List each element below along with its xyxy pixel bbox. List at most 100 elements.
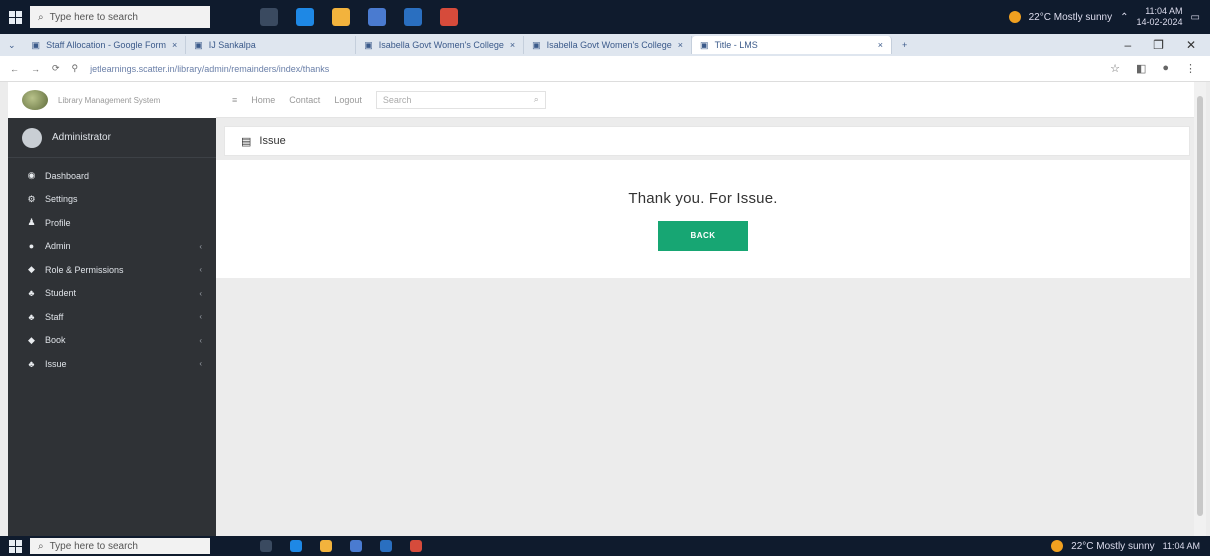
student-icon: ♣ — [28, 288, 35, 299]
page-scrollbar[interactable] — [1194, 82, 1206, 536]
file-explorer-icon[interactable] — [320, 540, 332, 552]
site-info-icon[interactable]: ⚲ — [72, 63, 79, 74]
tab-label: Isabella Govt Women's College — [546, 40, 672, 50]
windows-taskbar-top: ⌕ Type here to search 22°C Mostly sunny … — [0, 0, 1210, 34]
file-explorer-icon[interactable] — [332, 8, 350, 26]
list-icon: ▤ — [241, 135, 252, 148]
chevron-up-icon[interactable]: ⌃ — [1120, 12, 1128, 23]
tab-menu-icon[interactable]: ⌄ — [0, 40, 24, 51]
task-view-icon[interactable] — [260, 540, 272, 552]
nav-search-placeholder: Search — [382, 94, 412, 105]
sidebar-item-settings[interactable]: ⚙ Settings — [8, 188, 216, 212]
tab-favicon-icon: ▣ — [364, 39, 373, 50]
browser-tab-active[interactable]: ▣ Title - LMS × — [692, 36, 893, 54]
back-button[interactable]: BACK — [658, 221, 748, 251]
search-icon: ⌕ — [38, 540, 44, 552]
role-icon: ◆ — [28, 264, 35, 275]
taskbar-search-box[interactable]: ⌕ Type here to search — [30, 538, 210, 554]
taskbar-search-box[interactable]: ⌕ Type here to search — [30, 6, 210, 28]
taskbar-clock[interactable]: 11:04 AM — [1163, 541, 1200, 552]
notification-icon[interactable]: ▭ — [1191, 12, 1200, 23]
forward-arrow-icon[interactable]: → — [31, 64, 40, 74]
sidepanel-icon[interactable]: ◧ — [1136, 62, 1146, 75]
book-icon: ◆ — [28, 334, 35, 345]
chrome-icon[interactable] — [410, 540, 422, 552]
clock-date: 14-02-2024 — [1136, 17, 1183, 27]
weather-text[interactable]: 22°C Mostly sunny — [1071, 541, 1154, 552]
browser-address-bar: ← → ⟳ ⚲ jetlearnings.scatter.in/library/… — [0, 56, 1210, 82]
sidebar-item-label: Book — [45, 335, 66, 346]
url-field[interactable]: jetlearnings.scatter.in/library/admin/re… — [90, 64, 329, 74]
hamburger-menu-icon[interactable]: ≡ — [232, 95, 237, 105]
page-title: Issue — [259, 135, 286, 147]
windows-taskbar-bottom: ⌕ Type here to search 22°C Mostly sunny … — [0, 536, 1210, 556]
chevron-left-icon: ‹ — [199, 312, 202, 322]
maximize-icon[interactable]: ❐ — [1153, 38, 1164, 52]
browser-tab-strip: ⌄ ▣ Staff Allocation - Google Form × ▣ IJ S… — [0, 34, 1210, 56]
store-icon[interactable] — [368, 8, 386, 26]
nav-link-home[interactable]: Home — [251, 95, 275, 105]
taskbar-search-placeholder: Type here to search — [49, 540, 138, 552]
system-tray: 22°C Mostly sunny ⌃ 11:04 AM 14-02-2024 … — [1008, 6, 1210, 28]
browser-tab-1[interactable]: ▣ IJ Sankalpa — [186, 36, 357, 54]
chrome-icon[interactable] — [440, 8, 458, 26]
sidebar-item-label: Admin — [45, 241, 71, 252]
browser-tab-2[interactable]: ▣ Isabella Govt Women's College × — [356, 36, 525, 54]
sidebar-item-issue[interactable]: ♣ Issue ‹ — [8, 352, 216, 376]
edge-icon[interactable] — [290, 540, 302, 552]
admin-icon: ● — [28, 241, 35, 252]
top-navbar: ≡ Home Contact Logout Search ⌕ — [216, 82, 1194, 118]
edge-icon[interactable] — [296, 8, 314, 26]
sidebar-brand[interactable]: Library Management System — [8, 82, 216, 118]
sidebar-item-admin[interactable]: ● Admin ‹ — [8, 235, 216, 259]
sidebar-item-label: Role & Permissions — [45, 264, 124, 275]
close-icon[interactable]: × — [678, 40, 683, 50]
task-view-icon[interactable] — [260, 8, 278, 26]
avatar — [22, 127, 42, 148]
windows-start-button[interactable] — [0, 536, 30, 556]
profile-avatar-icon[interactable]: ● — [1162, 62, 1169, 75]
search-icon[interactable]: ⌕ — [534, 94, 539, 105]
back-arrow-icon[interactable]: ← — [10, 64, 19, 74]
taskbar-clock[interactable]: 11:04 AM 14-02-2024 — [1137, 6, 1183, 28]
reload-icon[interactable]: ⟳ — [52, 63, 60, 74]
nav-search-input[interactable]: Search ⌕ — [375, 90, 546, 109]
logo-icon — [22, 90, 48, 110]
sidebar-item-dashboard[interactable]: ◉ Dashboard — [8, 164, 216, 188]
taskbar-search-placeholder: Type here to search — [49, 11, 138, 23]
windows-start-button[interactable] — [0, 0, 30, 34]
more-menu-icon[interactable]: ⋮ — [1185, 62, 1196, 75]
bookmark-star-icon[interactable]: ☆ — [1110, 62, 1120, 75]
sidebar-item-role-permissions[interactable]: ◆ Role & Permissions ‹ — [8, 258, 216, 282]
close-window-icon[interactable]: ✕ — [1186, 38, 1196, 52]
minimize-icon[interactable]: – — [1124, 38, 1131, 52]
close-icon[interactable]: × — [878, 40, 883, 50]
close-icon[interactable]: × — [510, 40, 515, 50]
sidebar-item-book[interactable]: ◆ Book ‹ — [8, 329, 216, 353]
browser-tab-3[interactable]: ▣ Isabella Govt Women's College × — [524, 36, 693, 54]
issue-icon: ♣ — [28, 358, 35, 369]
sidebar-item-label: Settings — [45, 194, 78, 205]
tab-label: Title - LMS — [714, 40, 758, 50]
new-tab-icon[interactable]: + — [892, 40, 917, 50]
scrollbar-thumb[interactable] — [1197, 96, 1203, 516]
user-name: Administrator — [52, 132, 111, 143]
taskbar-pinned-apps-bottom — [260, 536, 422, 556]
sidebar-item-profile[interactable]: ♟ Profile — [8, 211, 216, 235]
sidebar-item-label: Student — [45, 288, 77, 299]
sidebar-item-staff[interactable]: ♣ Staff ‹ — [8, 305, 216, 329]
nav-link-contact[interactable]: Contact — [289, 95, 320, 105]
nav-link-logout[interactable]: Logout — [334, 95, 362, 105]
panel-body: Thank you. For Issue. BACK — [216, 160, 1190, 278]
mail-icon[interactable] — [404, 8, 422, 26]
sidebar: Library Management System Administrator … — [8, 82, 216, 536]
sidebar-item-label: Staff — [45, 311, 64, 322]
sidebar-item-student[interactable]: ♣ Student ‹ — [8, 282, 216, 306]
mail-icon[interactable] — [380, 540, 392, 552]
store-icon[interactable] — [350, 540, 362, 552]
sidebar-menu: ◉ Dashboard ⚙ Settings ♟ Profile ● Admin ‹ ◆ R… — [8, 158, 216, 376]
close-icon[interactable]: × — [172, 40, 177, 50]
browser-tab-0[interactable]: ▣ Staff Allocation - Google Form × — [24, 36, 187, 54]
weather-text[interactable]: 22°C Mostly sunny — [1029, 12, 1112, 23]
sidebar-user[interactable]: Administrator — [8, 118, 216, 158]
